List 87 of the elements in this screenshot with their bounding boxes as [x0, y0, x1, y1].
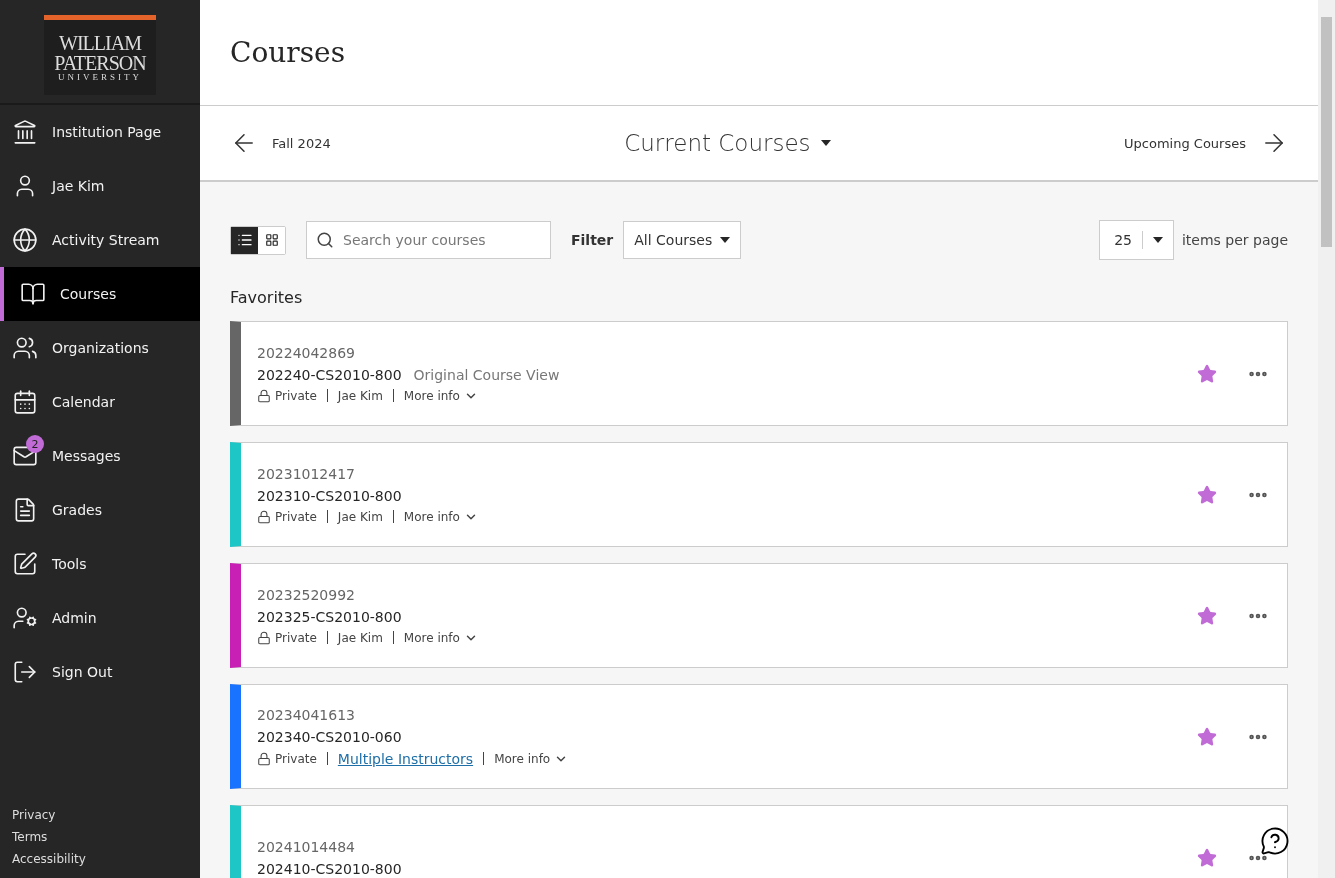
- lock-icon: [257, 509, 271, 524]
- privacy-label: Private: [257, 388, 317, 403]
- caret-icon: [1152, 237, 1163, 243]
- sign-out-icon: [12, 659, 38, 685]
- course-view-note: Original Course View: [413, 366, 560, 383]
- term-dropdown[interactable]: Current Courses: [618, 129, 837, 157]
- instructor-name: Jae Kim: [337, 630, 383, 645]
- filter-label: Filter: [571, 232, 614, 248]
- search-field[interactable]: Search your courses: [306, 221, 551, 259]
- course-name-link[interactable]: 202240-CS2010-800: [257, 366, 402, 383]
- sidebar-label: Tools: [52, 556, 87, 572]
- page-title: Courses: [230, 36, 345, 69]
- sidebar-item[interactable]: Institution Page: [0, 105, 200, 159]
- help-icon[interactable]: [1260, 826, 1290, 856]
- course-id: 20234041613: [257, 706, 355, 723]
- people-icon: [12, 335, 38, 361]
- more-info-button[interactable]: More info: [403, 388, 478, 403]
- favorite-star-icon[interactable]: [1197, 363, 1217, 384]
- user-gear-icon: [12, 605, 38, 631]
- course-id: 20232520992: [257, 586, 355, 603]
- sidebar-label: Messages: [52, 448, 121, 464]
- footer-link[interactable]: Terms: [12, 830, 48, 844]
- globe-icon: [12, 227, 38, 253]
- privacy-label: Private: [257, 509, 317, 524]
- sidebar-item[interactable]: 2 Messages: [0, 429, 200, 483]
- favorite-star-icon[interactable]: [1197, 726, 1217, 747]
- lock-icon: [257, 630, 271, 645]
- sidebar-label: Admin: [52, 610, 97, 626]
- page-size-dropdown[interactable]: 25: [1099, 220, 1174, 260]
- university-logo: WILLIAM PATERSON UNIVERSITY: [44, 15, 156, 95]
- section-title: Favorites: [230, 288, 304, 307]
- sidebar-label: Organizations: [52, 340, 149, 356]
- grid-view-button[interactable]: [258, 226, 285, 254]
- sidebar-label: Institution Page: [52, 124, 162, 140]
- filter-dropdown[interactable]: All Courses: [623, 221, 742, 259]
- course-id: 20224042869: [257, 344, 355, 361]
- more-info-button[interactable]: More info: [403, 509, 478, 524]
- favorite-star-icon[interactable]: [1197, 484, 1217, 505]
- book-icon: [20, 281, 46, 307]
- instructors-link[interactable]: Multiple Instructors: [337, 750, 474, 767]
- caret-icon: [720, 237, 731, 243]
- list-icon: [236, 232, 253, 248]
- privacy-label: Private: [257, 751, 317, 766]
- lock-icon: [257, 751, 271, 766]
- scrollbar[interactable]: [1318, 0, 1335, 878]
- sidebar-item[interactable]: Organizations: [0, 321, 200, 375]
- sidebar-item[interactable]: Activity Stream: [0, 213, 200, 267]
- favorite-star-icon[interactable]: [1197, 605, 1217, 626]
- sidebar-label: Activity Stream: [52, 232, 160, 248]
- sidebar-item[interactable]: Courses: [0, 267, 200, 321]
- footer-link[interactable]: Privacy: [12, 808, 56, 822]
- course-name-link[interactable]: 202325-CS2010-800: [257, 608, 402, 625]
- search-icon: [316, 231, 334, 249]
- favorite-star-icon[interactable]: [1197, 847, 1217, 868]
- course-name-link[interactable]: 202310-CS2010-800: [257, 487, 402, 504]
- caret-icon: [820, 140, 831, 146]
- sidebar-item[interactable]: Sign Out: [0, 645, 200, 699]
- sidebar-item[interactable]: Calendar: [0, 375, 200, 429]
- building-icon: [12, 119, 38, 145]
- grid-icon: [264, 233, 279, 247]
- notification-badge: 2: [26, 435, 44, 453]
- footer-link[interactable]: Accessibility: [12, 852, 86, 866]
- calendar-icon: [12, 389, 38, 415]
- sidebar-item[interactable]: Admin: [0, 591, 200, 645]
- instructor-name: Jae Kim: [337, 509, 383, 524]
- more-info-button[interactable]: More info: [494, 751, 569, 766]
- sidebar-item[interactable]: Grades: [0, 483, 200, 537]
- more-info-button[interactable]: More info: [403, 630, 478, 645]
- instructor-name: Jae Kim: [337, 388, 383, 403]
- list-view-button[interactable]: [231, 226, 258, 254]
- sidebar-label: Jae Kim: [52, 178, 105, 194]
- sidebar-label: Courses: [60, 286, 117, 302]
- sidebar-item[interactable]: Tools: [0, 537, 200, 591]
- sidebar-label: Grades: [52, 502, 102, 518]
- course-name-link[interactable]: 202340-CS2010-060: [257, 728, 402, 745]
- page-size-label: items per page: [1181, 232, 1288, 248]
- course-id: 20231012417: [257, 465, 355, 482]
- edit-icon: [12, 551, 38, 577]
- privacy-label: Private: [257, 630, 317, 645]
- sidebar-label: Calendar: [52, 394, 115, 410]
- sidebar-item[interactable]: Jae Kim: [0, 159, 200, 213]
- sidebar-label: Sign Out: [52, 664, 113, 680]
- course-id: 20241014484: [257, 838, 355, 855]
- lock-icon: [257, 388, 271, 403]
- next-term-link[interactable]: Upcoming Courses: [1124, 129, 1288, 157]
- course-name-link[interactable]: 202410-CS2010-800: [257, 860, 402, 877]
- previous-term-link[interactable]: Fall 2024: [230, 129, 331, 157]
